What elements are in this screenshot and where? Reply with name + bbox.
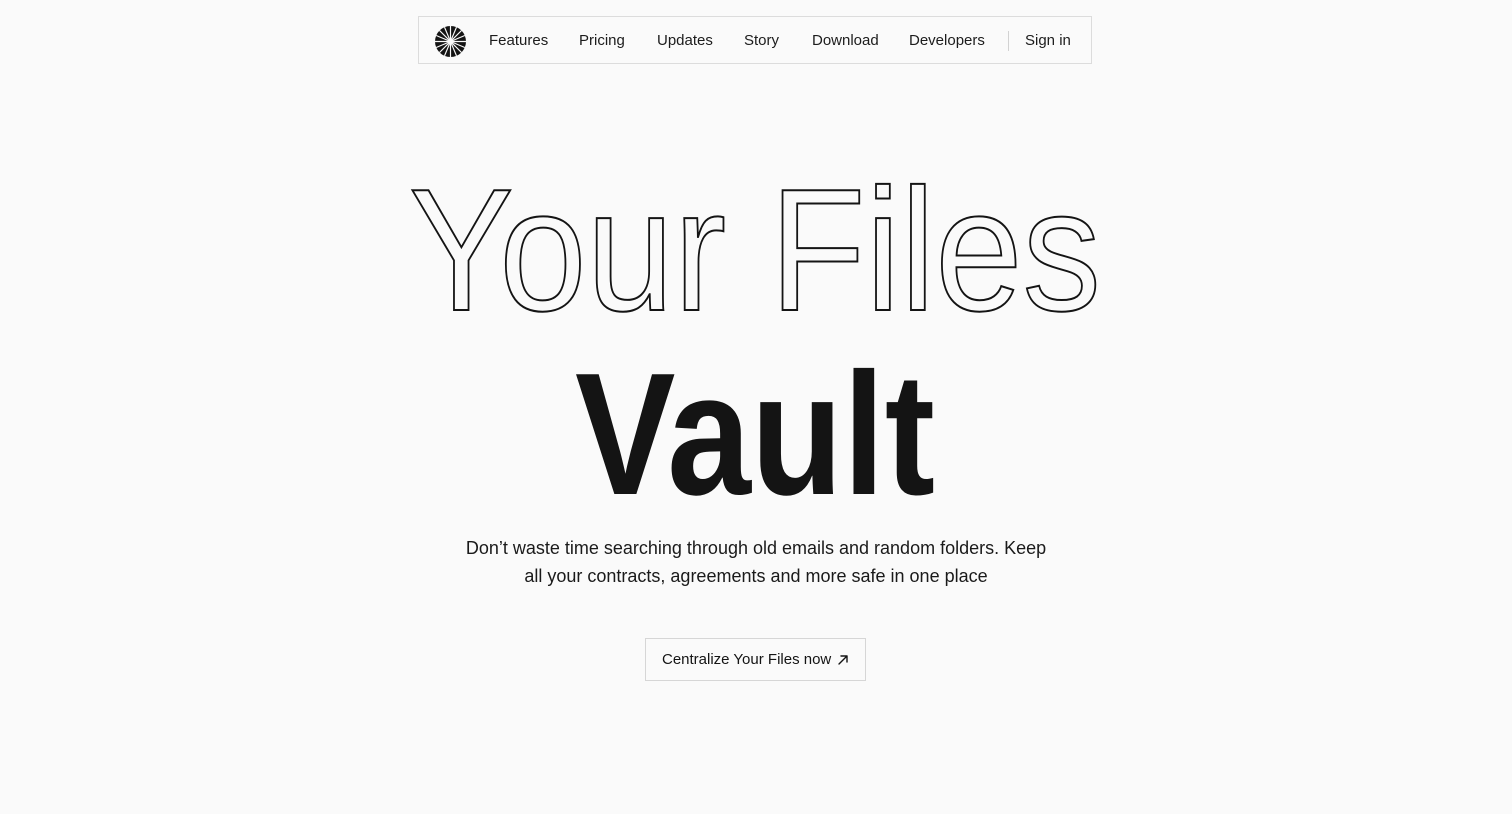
svg-text:Vault: Vault (575, 346, 935, 516)
nav-link-pricing[interactable]: Pricing (579, 17, 625, 65)
arrow-up-right-icon (838, 655, 848, 665)
cta-label: Centralize Your Files now (662, 651, 832, 668)
nav-link-story[interactable]: Story (744, 17, 779, 65)
sign-in-link[interactable]: Sign in (1025, 17, 1071, 65)
hero-title-outline: Your Files (408, 154, 1102, 334)
starburst-logo-icon[interactable] (435, 26, 466, 57)
hero-subtitle-line-2: all your contracts, agreements and more … (524, 566, 988, 586)
centralize-files-button[interactable]: Centralize Your Files now (645, 638, 866, 681)
nav-divider (1008, 31, 1009, 51)
hero-subtitle: Don’t waste time searching through old e… (456, 534, 1056, 590)
hero-subtitle-line-1: Don’t waste time searching through old e… (465, 538, 1047, 558)
nav-link-features[interactable]: Features (489, 17, 548, 65)
nav-link-developers[interactable]: Developers (909, 17, 985, 65)
hero-title-solid: Vault (575, 346, 935, 516)
nav-link-download[interactable]: Download (812, 17, 879, 65)
svg-text:Your Files: Your Files (409, 154, 1101, 334)
nav-link-updates[interactable]: Updates (657, 17, 713, 65)
top-navigation: Features Pricing Updates Story Download … (418, 16, 1092, 64)
